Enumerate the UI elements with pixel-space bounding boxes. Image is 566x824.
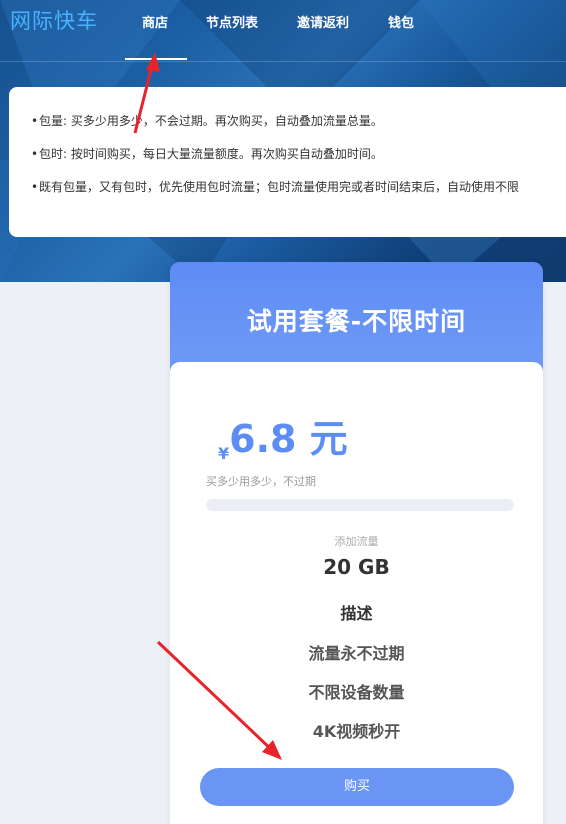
arrow-up-icon [133,52,160,134]
arrow-down-right-icon [156,640,282,760]
annotation-arrows [133,52,282,760]
